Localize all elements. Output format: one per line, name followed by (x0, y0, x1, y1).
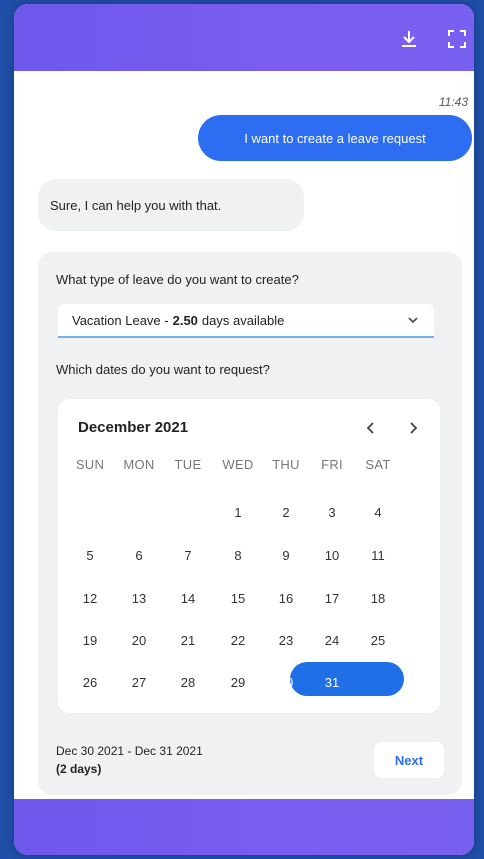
calendar-day[interactable]: 9 (266, 542, 306, 570)
download-icon[interactable] (398, 28, 420, 50)
chat-body: 11:43 I want to create a leave request S… (14, 71, 474, 799)
calendar-day[interactable]: 31 (312, 669, 352, 697)
leave-type-question: What type of leave do you want to create… (56, 272, 299, 287)
calendar-day[interactable]: 21 (168, 627, 208, 655)
user-message: I want to create a leave request (198, 115, 472, 161)
weekday-header: SAT (365, 457, 391, 472)
calendar-day[interactable]: 30 (266, 669, 306, 697)
calendar-day[interactable]: 19 (70, 627, 110, 655)
calendar-day[interactable]: 27 (119, 669, 159, 697)
calendar-day[interactable]: 18 (358, 585, 398, 613)
selected-range-days: (2 days) (56, 762, 102, 776)
calendar-day[interactable]: 22 (218, 627, 258, 655)
date-picker-calendar: December 2021 SUN MON TUE WED THU FRI SAT 1 2 3 4 5… (58, 399, 440, 713)
weekday-header: MON (123, 457, 155, 472)
message-timestamp: 11:43 (438, 95, 468, 109)
expand-icon[interactable] (446, 28, 468, 50)
chat-header (14, 4, 474, 71)
chevron-down-icon (408, 317, 418, 324)
dates-question: Which dates do you want to request? (56, 362, 270, 377)
leave-type-select[interactable]: Vacation Leave - 2.50 days available (58, 304, 434, 338)
calendar-day[interactable]: 12 (70, 585, 110, 613)
calendar-day[interactable]: 28 (168, 669, 208, 697)
calendar-day[interactable]: 23 (266, 627, 306, 655)
weekday-header: SUN (75, 457, 105, 472)
chevron-left-icon[interactable] (362, 419, 380, 437)
calendar-day[interactable]: 8 (218, 542, 258, 570)
weekday-header: WED (222, 457, 254, 472)
calendar-day[interactable]: 26 (70, 669, 110, 697)
calendar-day[interactable]: 7 (168, 542, 208, 570)
calendar-day[interactable]: 1 (218, 499, 258, 527)
calendar-day[interactable]: 10 (312, 542, 352, 570)
calendar-day[interactable]: 24 (312, 627, 352, 655)
calendar-month-label: December 2021 (78, 419, 189, 436)
calendar-day[interactable]: 20 (119, 627, 159, 655)
next-button[interactable]: Next (374, 742, 444, 778)
calendar-day[interactable]: 6 (119, 542, 159, 570)
calendar-day[interactable]: 13 (119, 585, 159, 613)
calendar-day[interactable]: 17 (312, 585, 352, 613)
chevron-right-icon[interactable] (404, 419, 422, 437)
selected-range-dates: Dec 30 2021 - Dec 31 2021 (56, 744, 203, 758)
calendar-day[interactable]: 16 (266, 585, 306, 613)
calendar-day[interactable]: 25 (358, 627, 398, 655)
calendar-day[interactable]: 29 (218, 669, 258, 697)
leave-request-form: What type of leave do you want to create… (38, 252, 462, 795)
chat-footer (14, 799, 474, 855)
calendar-day[interactable]: 3 (312, 499, 352, 527)
calendar-day[interactable]: 5 (70, 542, 110, 570)
weekday-header: FRI (321, 457, 343, 472)
calendar-day[interactable]: 2 (266, 499, 306, 527)
calendar-day[interactable]: 4 (358, 499, 398, 527)
chat-window: 11:43 I want to create a leave request S… (14, 4, 474, 855)
bot-message: Sure, I can help you with that. (38, 179, 304, 231)
leave-days-suffix: days available (201, 312, 285, 328)
weekday-header: THU (272, 457, 300, 472)
leave-type-label: Vacation Leave - (72, 312, 169, 328)
calendar-day[interactable]: 15 (218, 585, 258, 613)
calendar-day[interactable]: 11 (358, 542, 398, 570)
leave-days-available: 2.50 (172, 312, 198, 328)
calendar-day[interactable]: 14 (168, 585, 208, 613)
selected-range-summary: Dec 30 2021 - Dec 31 2021 (2 days) (56, 742, 203, 778)
weekday-header: TUE (174, 457, 202, 472)
